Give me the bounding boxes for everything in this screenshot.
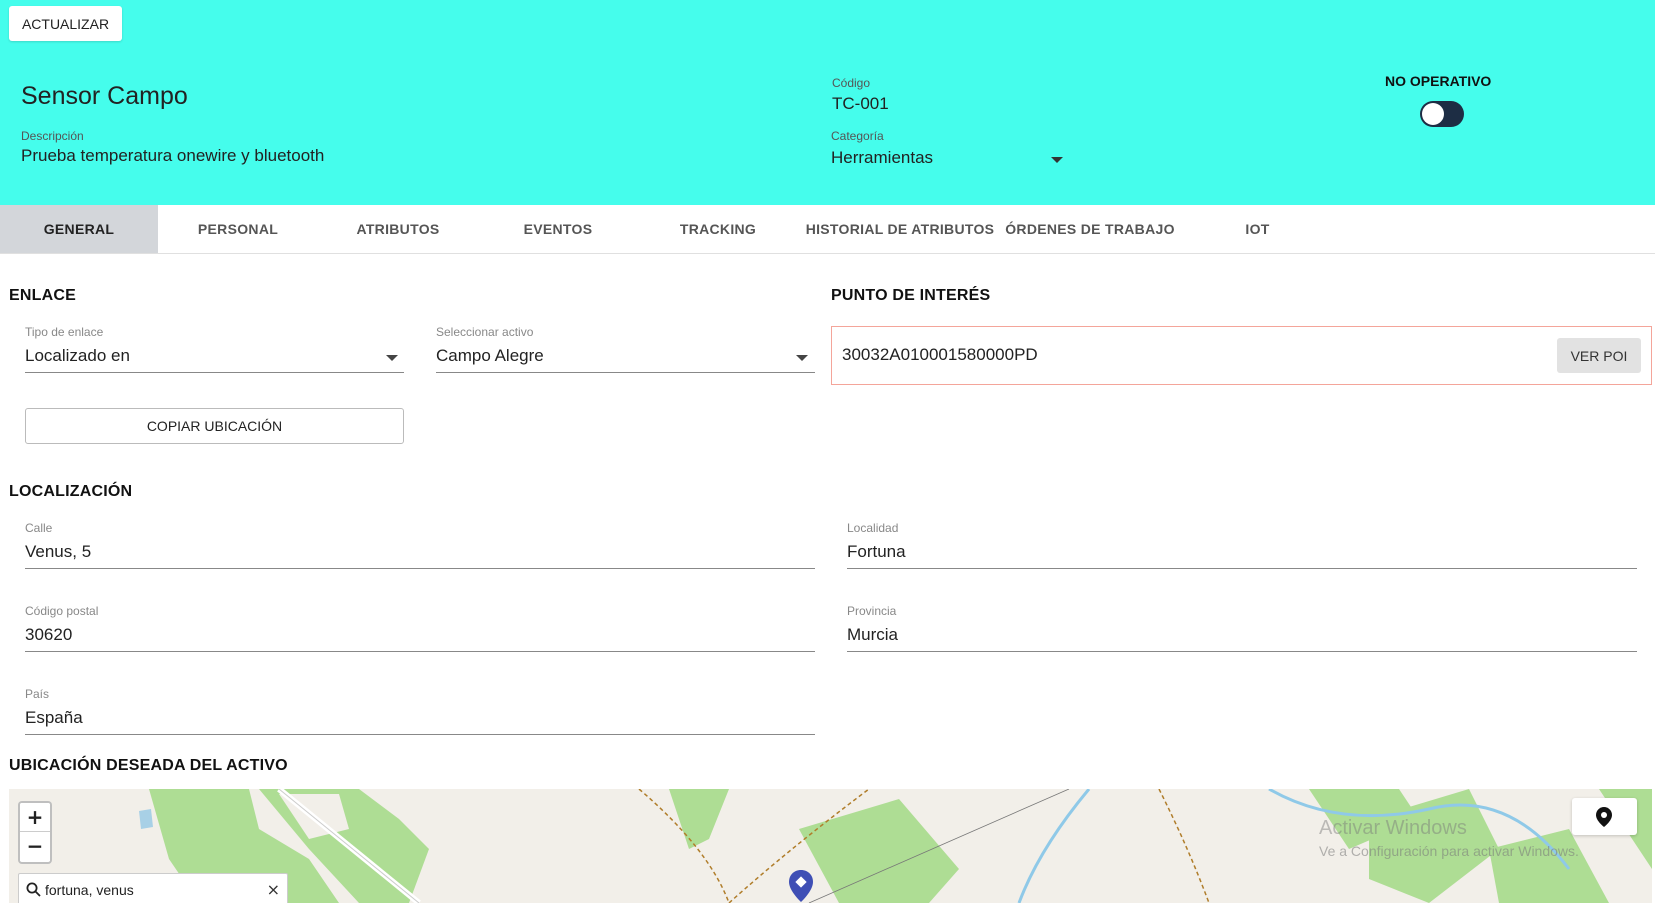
zoom-control: + − [18,801,52,864]
status-label: NO OPERATIVO [1385,73,1492,89]
map-marker-icon[interactable] [788,869,814,903]
tab-iot[interactable]: IOT [1180,205,1335,253]
chevron-down-icon[interactable] [386,355,398,361]
operational-toggle[interactable] [1420,101,1464,127]
chevron-down-icon [1051,157,1063,163]
description-value[interactable]: Prueba temperatura onewire y bluetooth [21,146,324,166]
map-search-input[interactable] [45,880,245,900]
view-poi-button[interactable]: VER POI [1557,338,1641,373]
link-type-label: Tipo de enlace [25,325,104,339]
zoom-in-button[interactable]: + [20,803,50,832]
zoom-out-button[interactable]: − [20,832,50,861]
province-input[interactable]: Murcia [847,625,898,645]
description-label: Descripción [21,129,84,143]
poi-field: 30032A010001580000PD VER POI [831,326,1652,385]
close-icon[interactable]: × [267,880,280,899]
category-select[interactable]: Herramientas [831,148,1069,172]
street-input[interactable]: Venus, 5 [25,542,91,562]
category-value: Herramientas [831,148,934,167]
street-label: Calle [25,521,53,535]
code-value[interactable]: TC-001 [832,94,889,114]
asset-select-underline [436,372,815,373]
locality-input[interactable]: Fortuna [847,542,906,562]
tab-historial-atributos[interactable]: HISTORIAL DE ATRIBUTOS [800,205,1000,253]
link-type-value[interactable]: Localizado en [25,346,130,366]
code-label: Código [832,76,871,90]
tab-personal[interactable]: PERSONAL [158,205,318,253]
chevron-down-icon[interactable] [796,355,808,361]
map-search-box: × [18,873,288,903]
asset-select-label: Seleccionar activo [436,325,534,339]
country-underline [25,734,815,735]
postal-code-input[interactable]: 30620 [25,625,72,645]
tab-atributos[interactable]: ATRIBUTOS [318,205,478,253]
locate-button[interactable] [1572,798,1637,835]
copy-location-button[interactable]: COPIAR UBICACIÓN [25,408,404,444]
poi-value[interactable]: 30032A010001580000PD [842,345,1038,365]
localizacion-title: LOCALIZACIÓN [9,483,133,500]
country-input[interactable]: España [25,708,83,728]
search-icon [26,882,41,897]
province-label: Provincia [847,604,897,618]
asset-name: Sensor Campo [21,82,188,110]
tab-bar: GENERAL PERSONAL ATRIBUTOS EVENTOS TRACK… [0,205,1655,254]
asset-header: ACTUALIZAR Sensor Campo Descripción Prue… [0,0,1655,205]
postal-code-label: Código postal [25,604,99,618]
windows-watermark-subtitle: Ve a Configuración para activar Windows. [1319,843,1579,859]
map-title: UBICACIÓN DESEADA DEL ACTIVO [9,757,288,774]
windows-watermark-title: Activar Windows [1319,817,1467,839]
enlace-title: ENLACE [9,287,76,304]
location-pin-icon [1596,807,1612,827]
tab-tracking[interactable]: TRACKING [638,205,798,253]
locality-label: Localidad [847,521,899,535]
postal-code-underline [25,651,815,652]
asset-select-value[interactable]: Campo Alegre [436,346,544,366]
toggle-knob [1422,103,1444,125]
link-type-underline [25,372,404,373]
locality-underline [847,568,1637,569]
tab-general[interactable]: GENERAL [0,205,158,253]
poi-title: PUNTO DE INTERÉS [831,287,991,304]
tab-ordenes-trabajo[interactable]: ÓRDENES DE TRABAJO [1000,205,1180,253]
country-label: País [25,687,50,701]
update-button[interactable]: ACTUALIZAR [9,6,122,41]
tab-eventos[interactable]: EVENTOS [478,205,638,253]
province-underline [847,651,1637,652]
street-underline [25,568,815,569]
category-label: Categoría [831,129,884,143]
